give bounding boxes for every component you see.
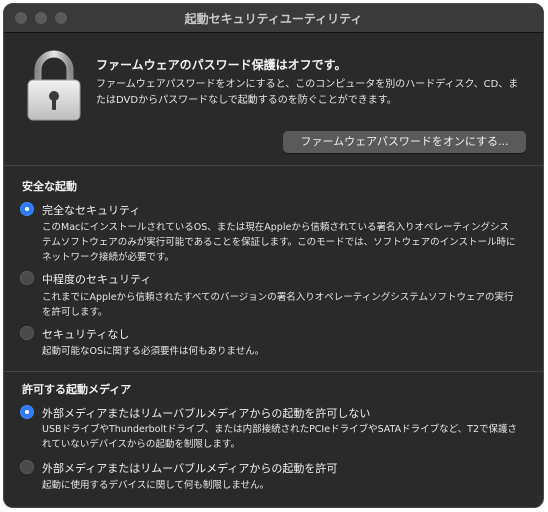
medium-security-description: これまでにAppleから信頼されたすべてのバージョンの署名入りオペレーティングシ…: [42, 292, 514, 318]
title-bar: 起動セキュリティユーティリティ: [4, 4, 543, 33]
disallow-external-boot-label[interactable]: 外部メディアまたはリムーバブルメディアからの起動を許可しない: [42, 405, 370, 421]
no-security-radio[interactable]: [20, 326, 34, 340]
full-security-radio[interactable]: [20, 202, 34, 216]
disallow-external-boot-radio[interactable]: [20, 405, 34, 419]
firmware-description: ファームウェアパスワードをオンにすると、このコンピュータを別のハードディスク、C…: [96, 79, 519, 106]
divider: [4, 165, 543, 166]
secure-boot-heading: 安全な起動: [22, 180, 77, 193]
medium-security-label[interactable]: 中程度のセキュリティ: [42, 271, 151, 287]
window-title: 起動セキュリティユーティリティ: [184, 12, 363, 26]
no-security-description: 起動可能なOSに関する必須要件は何もありません。: [42, 346, 265, 357]
allow-external-boot-description: 起動に使用するデバイスに関して何も制限しません。: [42, 480, 270, 491]
allow-external-boot-radio[interactable]: [20, 460, 34, 474]
startup-security-window: 起動セキュリティユーティリティ ファームウェアのパスワード保護はオフです。 ファ…: [3, 3, 544, 508]
firmware-status-headline: ファームウェアのパスワード保護はオフです。: [96, 58, 347, 72]
divider: [4, 371, 543, 372]
boot-media-heading: 許可する起動メディア: [22, 383, 132, 396]
no-security-label[interactable]: セキュリティなし: [42, 326, 129, 342]
full-security-description: このMacにインストールされているOS、または現在Appleから信頼されている署…: [42, 222, 516, 263]
medium-security-radio[interactable]: [20, 271, 34, 285]
turn-on-firmware-password-button[interactable]: ファームウェアパスワードをオンにする...: [283, 131, 526, 153]
allow-external-boot-label[interactable]: 外部メディアまたはリムーバブルメディアからの起動を許可: [42, 460, 337, 476]
disallow-external-boot-description: USBドライブやThunderboltドライブ、または内部接続されたPCIeドラ…: [42, 424, 517, 450]
full-security-label[interactable]: 完全なセキュリティ: [42, 202, 140, 218]
lock-icon: [26, 48, 82, 122]
